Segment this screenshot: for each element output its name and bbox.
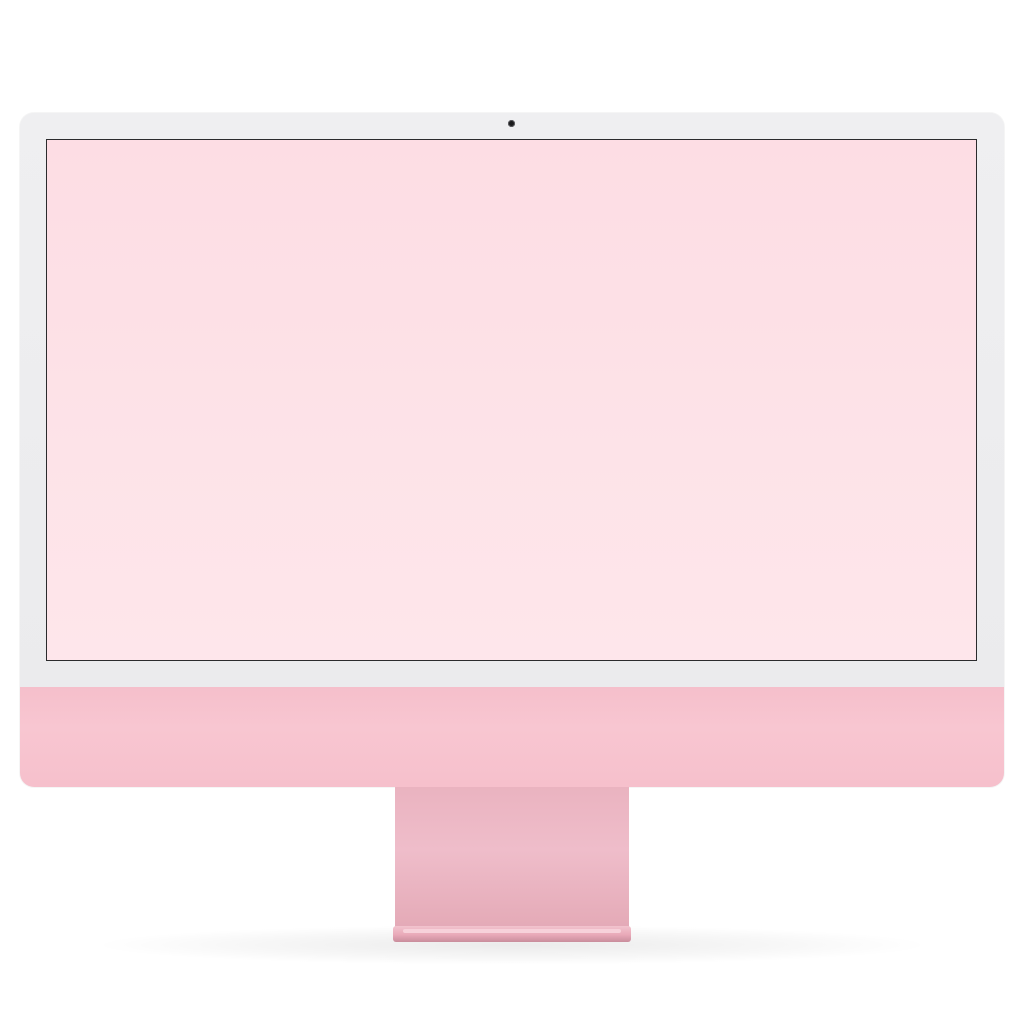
display-bezel	[20, 113, 1004, 687]
imac-body	[20, 113, 1004, 787]
camera-icon	[508, 120, 515, 127]
stand-base	[393, 926, 631, 942]
chin	[20, 687, 1004, 787]
stage	[0, 0, 1024, 1024]
screen[interactable]	[46, 139, 977, 661]
stand	[395, 787, 629, 927]
